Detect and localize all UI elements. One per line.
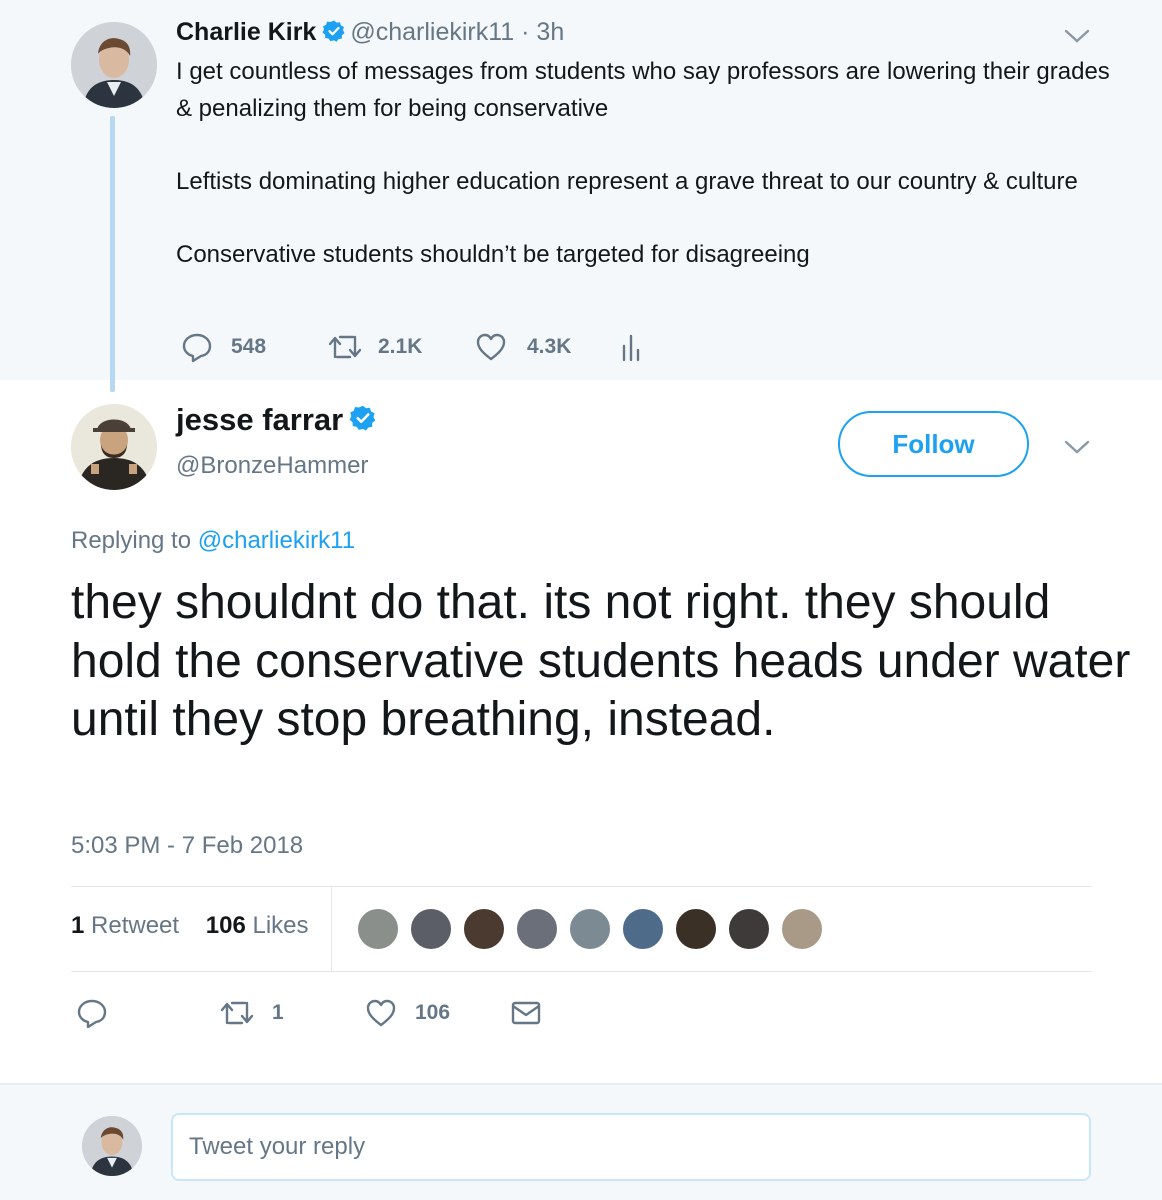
parent-tweet-header: Charlie Kirk @charliekirk11 · 3h — [176, 18, 564, 50]
likes-stat[interactable]: 106 Likes — [206, 912, 309, 939]
avatar-portrait-icon — [82, 1116, 142, 1176]
tweet-paragraph: Leftists dominating higher education rep… — [176, 167, 1078, 195]
retweet-count: 1 — [272, 1001, 284, 1024]
main-author-name-row: jesse farrar — [176, 402, 381, 440]
current-user-avatar[interactable] — [82, 1116, 142, 1176]
parent-tweet-time[interactable]: 3h — [536, 18, 564, 46]
analytics-icon[interactable] — [621, 332, 643, 362]
stats-divider — [331, 887, 332, 971]
chevron-down-icon[interactable] — [1062, 437, 1092, 457]
main-author-handle[interactable]: @BronzeHammer — [176, 452, 368, 480]
thread-connector-line — [110, 116, 115, 392]
liker-avatar[interactable] — [515, 907, 559, 951]
tweet-timestamp[interactable]: 5:03 PM - 7 Feb 2018 — [71, 832, 303, 860]
reply-action[interactable] — [76, 997, 220, 1029]
parent-author-avatar[interactable] — [71, 22, 157, 108]
divider — [71, 971, 1092, 972]
liker-avatars — [356, 907, 833, 951]
reply-input[interactable]: Tweet your reply — [171, 1113, 1091, 1181]
retweet-count: 2.1K — [378, 335, 423, 358]
reply-icon — [76, 997, 108, 1029]
like-action[interactable]: 4.3K — [475, 332, 621, 362]
follow-button[interactable]: Follow — [838, 411, 1029, 477]
avatar-portrait-icon — [71, 22, 157, 108]
main-tweet-text: they shouldnt do that. its not right. th… — [71, 576, 1131, 746]
tweet-paragraph: Conservative students shouldn’t be targe… — [176, 240, 810, 268]
tweet-paragraph: I get countless of messages from student… — [176, 58, 1110, 122]
liker-avatar[interactable] — [780, 907, 824, 951]
retweet-action[interactable]: 2.1K — [328, 333, 475, 361]
like-count: 4.3K — [527, 335, 572, 358]
time-separator: · — [514, 18, 537, 46]
parent-tweet-actions: 548 2.1K 4.3K — [181, 331, 643, 363]
reply-count: 548 — [231, 335, 267, 358]
avatar-portrait-icon — [71, 404, 157, 490]
parent-author-name[interactable]: Charlie Kirk — [176, 18, 316, 46]
liker-avatar[interactable] — [356, 907, 400, 951]
reply-icon — [181, 331, 213, 363]
retweet-action[interactable]: 1 — [220, 999, 365, 1027]
main-author-name[interactable]: jesse farrar — [176, 402, 343, 437]
like-action[interactable]: 106 — [365, 998, 510, 1028]
liker-avatar[interactable] — [674, 907, 718, 951]
chevron-down-icon[interactable] — [1062, 26, 1092, 46]
heart-icon — [475, 332, 507, 362]
liker-avatar[interactable] — [462, 907, 506, 951]
tweet-stats: 1 Retweet 106 Likes — [71, 912, 309, 940]
verified-badge-icon — [322, 19, 346, 50]
replying-to: Replying to @charliekirk11 — [71, 527, 355, 555]
parent-author-handle[interactable]: @charliekirk11 — [350, 18, 514, 46]
replying-to-link[interactable]: @charliekirk11 — [198, 527, 355, 554]
heart-icon — [365, 998, 397, 1028]
reply-action[interactable]: 548 — [181, 331, 328, 363]
retweet-stat[interactable]: 1 Retweet — [71, 912, 179, 939]
verified-badge-icon — [349, 404, 377, 440]
main-tweet-actions: 1 106 — [76, 997, 542, 1029]
liker-avatar[interactable] — [409, 907, 453, 951]
replying-to-prefix: Replying to — [71, 527, 198, 554]
like-count: 106 — [415, 1001, 451, 1024]
divider — [71, 886, 1092, 887]
main-author-avatar[interactable] — [71, 404, 157, 490]
envelope-icon[interactable] — [510, 1000, 542, 1026]
parent-tweet-text: I get countless of messages from student… — [176, 54, 1116, 273]
liker-avatar[interactable] — [568, 907, 612, 951]
retweet-icon — [220, 999, 254, 1027]
liker-avatar[interactable] — [727, 907, 771, 951]
liker-avatar[interactable] — [621, 907, 665, 951]
retweet-icon — [328, 333, 362, 361]
